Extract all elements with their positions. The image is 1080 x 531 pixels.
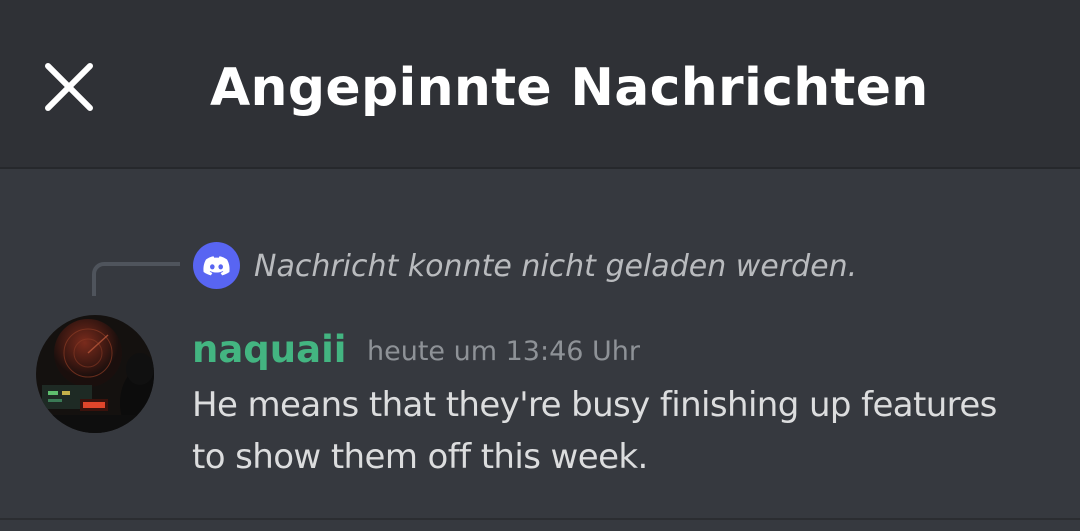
author-name[interactable]: naquaii	[192, 327, 346, 373]
header-bar: Angepinnte Nachrichten	[0, 0, 1080, 169]
page-title: Angepinnte Nachrichten	[210, 58, 929, 118]
close-icon	[45, 63, 93, 111]
avatar[interactable]	[36, 315, 154, 433]
message-line: to show them off this week.	[192, 437, 648, 477]
divider	[0, 518, 1080, 520]
message-timestamp: heute um 13:46 Uhr	[367, 336, 640, 367]
discord-logo-icon	[193, 242, 240, 289]
reply-unavailable-text: Nachricht konnte nicht geladen werden.	[254, 249, 858, 284]
message-line: He means that they're busy finishing up …	[192, 385, 997, 425]
reply-connector	[92, 262, 180, 296]
message-content: He means that they're busy finishing up …	[192, 379, 1052, 483]
pinned-message[interactable]: Nachricht konnte nicht geladen werden. n…	[0, 171, 1080, 521]
pinned-messages-screen: Angepinnte Nachrichten Nachricht konnte …	[0, 0, 1080, 531]
close-button[interactable]	[38, 56, 100, 118]
